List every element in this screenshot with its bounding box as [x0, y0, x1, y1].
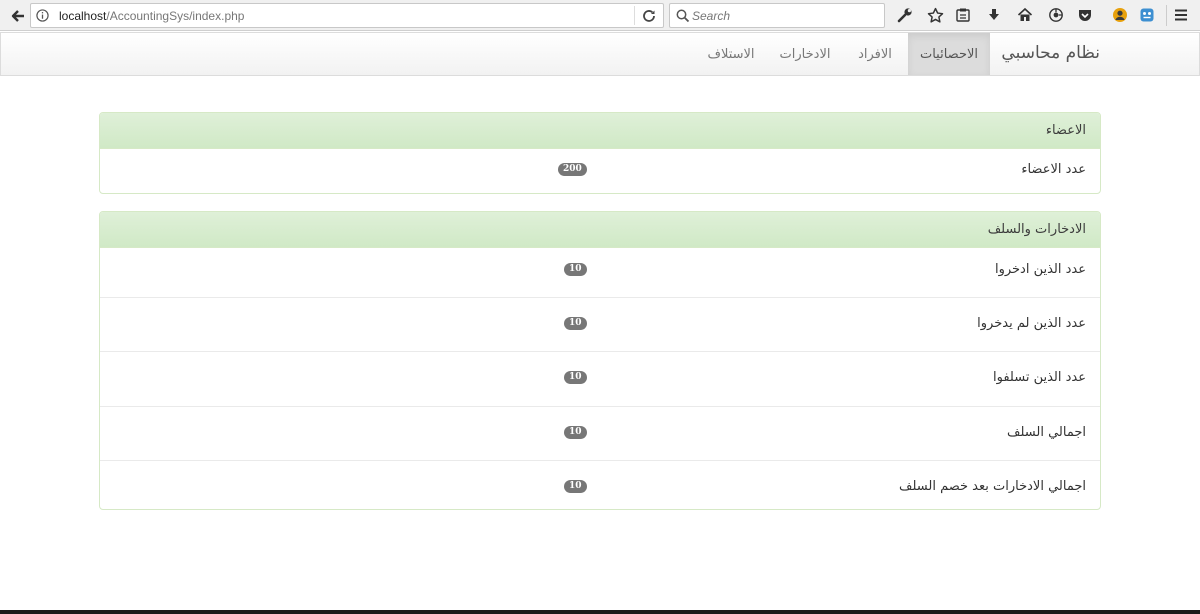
url-text[interactable]: localhost/AccountingSys/index.php — [59, 9, 244, 23]
bookmark-star-icon[interactable] — [926, 6, 944, 24]
savings-loans-panel: الادخارات والسلف عدد الذين ادخروا 10 عدد… — [99, 211, 1101, 510]
hamburger-menu-icon[interactable] — [1172, 6, 1190, 24]
reading-list-icon[interactable] — [954, 6, 972, 24]
site-navbar: نظام محاسبي الاحصائيات الافراد الادخارات… — [0, 32, 1200, 76]
borrowers-count-label: عدد الذين تسلفوا — [993, 370, 1086, 385]
nav-item-savings[interactable]: الادخارات — [768, 33, 842, 75]
savings-panel-title: الادخارات والسلف — [987, 222, 1086, 237]
nav-item-loans[interactable]: الاستلاف — [694, 33, 768, 75]
site-info-icon[interactable] — [36, 9, 49, 22]
borrowers-count-badge: 10 — [564, 371, 587, 384]
back-button[interactable] — [7, 5, 28, 26]
pocket-icon[interactable] — [1076, 6, 1094, 24]
list-item: عدد الذين ادخروا 10 — [100, 248, 1100, 297]
navbar-brand[interactable]: نظام محاسبي — [1001, 43, 1100, 63]
total-loans-label: اجمالي السلف — [1007, 425, 1086, 440]
total-loans-badge: 10 — [564, 426, 587, 439]
download-icon[interactable] — [985, 6, 1003, 24]
members-panel-title: الاعضاء — [1045, 123, 1086, 138]
savers-count-badge: 10 — [564, 263, 587, 276]
savings-panel-heading: الادخارات والسلف — [100, 212, 1100, 248]
member-count-label: عدد الاعضاء — [1021, 162, 1086, 177]
home-icon[interactable] — [1016, 6, 1034, 24]
url-path: /AccountingSys/index.php — [106, 9, 245, 23]
list-item: عدد الذين تسلفوا 10 — [100, 351, 1100, 406]
non-savers-count-badge: 10 — [564, 317, 587, 330]
member-count-badge: 200 — [558, 163, 587, 176]
search-input[interactable] — [692, 8, 878, 24]
extension-icon[interactable] — [1138, 6, 1156, 24]
screen-bottom-edge — [0, 610, 1200, 614]
list-item: اجمالي السلف 10 — [100, 406, 1100, 460]
members-panel: الاعضاء عدد الاعضاء 200 — [99, 112, 1101, 194]
net-savings-badge: 10 — [564, 480, 587, 493]
nav-item-statistics[interactable]: الاحصائيات — [908, 33, 990, 75]
browser-toolbar: localhost/AccountingSys/index.php — [0, 0, 1200, 31]
net-savings-label: اجمالي الادخارات بعد خصم السلف — [899, 479, 1086, 494]
address-bar[interactable]: localhost/AccountingSys/index.php — [30, 3, 664, 28]
back-arrow-icon — [11, 9, 24, 22]
firefox-account-icon[interactable] — [1111, 6, 1129, 24]
list-item: عدد الاعضاء 200 — [100, 149, 1100, 193]
nav-item-members[interactable]: الافراد — [842, 33, 908, 75]
browser-search-box[interactable] — [669, 3, 885, 28]
search-icon — [676, 9, 690, 23]
pocket-sync-icon[interactable] — [1047, 6, 1065, 24]
toolbar-divider — [1166, 5, 1167, 26]
savers-count-label: عدد الذين ادخروا — [994, 262, 1086, 277]
url-host: localhost — [59, 9, 107, 23]
reload-icon[interactable] — [641, 8, 657, 24]
members-panel-heading: الاعضاء — [100, 113, 1100, 149]
url-divider — [634, 6, 635, 25]
list-item: عدد الذين لم يدخروا 10 — [100, 297, 1100, 351]
non-savers-count-label: عدد الذين لم يدخروا — [977, 316, 1086, 331]
wrench-icon[interactable] — [896, 6, 914, 24]
list-item: اجمالي الادخارات بعد خصم السلف 10 — [100, 460, 1100, 509]
